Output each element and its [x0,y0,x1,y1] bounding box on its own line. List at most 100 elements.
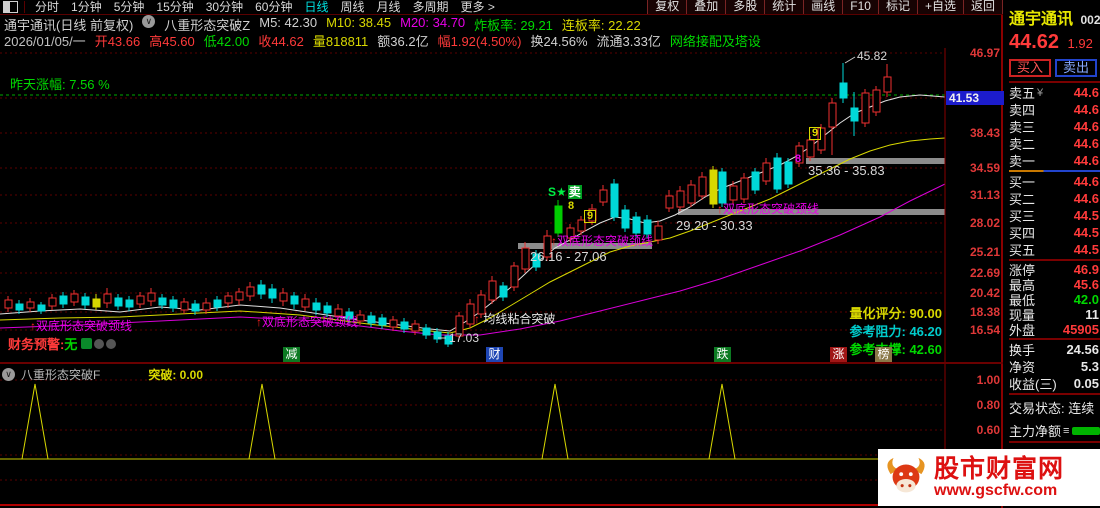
quote-row[interactable]: 卖一 44.6 [1009,152,1100,169]
period-tab-月线[interactable]: 月线 [377,0,401,14]
quote-row[interactable]: 卖三 44.6 [1009,118,1100,135]
quote-row-value: 42.0 [1073,292,1099,307]
quote-row[interactable]: 买一 44.6 [1009,173,1100,190]
info-segment: 低42.00 [203,34,250,49]
indicator-axis-label: 0.80 [976,398,1000,412]
price-axis-label: 34.59 [969,161,1000,175]
info-segment: 量818811 [312,34,369,49]
high-price-label: 45.82 [857,49,888,63]
toolbar-button-F10[interactable]: F10 [842,0,879,14]
quote-row[interactable]: 卖四 44.6 [1009,101,1100,118]
stock-header: 通宇通讯 00279 [1009,0,1100,29]
divider [1009,441,1100,443]
range-label: 26.16 - 27.06 [530,249,607,264]
quote-row-value: 44.6 [1073,119,1099,134]
quote-row-value: 0.05 [1073,376,1099,391]
chart-quick-button-财[interactable]: 财 [486,347,503,362]
count-marker: 9 [584,210,597,223]
buy-button[interactable]: 买入 [1009,59,1051,77]
price-axis-label: 16.54 [969,323,1000,337]
info-segment: 网络接配及塔设 [669,34,761,49]
quote-row[interactable]: 卖二 44.6 [1009,135,1100,152]
price-axis-label: 46.97 [969,46,1000,60]
quote-row-value: 46.9 [1073,262,1099,277]
quote-row-value: 44.6 [1073,85,1099,100]
toolbar-button-多股[interactable]: 多股 [725,0,766,14]
quote-row[interactable]: 买五 44.5 [1009,241,1100,258]
list-icon: ≡ [1063,424,1070,437]
quote-row[interactable]: 买四 44.5 [1009,224,1100,241]
quote-row[interactable]: 买三 44.5 [1009,207,1100,224]
info-segment: 额36.2亿 [377,34,429,49]
quote-row-value: 11 [1085,307,1099,322]
info-segment: 高45.60 [149,34,195,49]
period-tab-更多 >[interactable]: 更多 > [461,0,495,14]
toolbar-button-复权[interactable]: 复权 [647,0,688,14]
breakout-text: 双底形态突破颈线 [557,234,654,248]
quote-row-value: 5.3 [1080,359,1099,374]
period-tab-多周期[interactable]: 多周期 [413,0,449,14]
period-tab-分时[interactable]: 分时 [35,0,59,14]
price-axis-label: 20.42 [969,286,1000,300]
price-axis-label: 28.02 [969,216,1000,230]
breakout-text: 双底形态突破颈线 [723,202,820,216]
period-tab-日线[interactable]: 日线 [304,0,328,14]
sell-button[interactable]: 卖出 [1055,59,1097,77]
site-watermark: 股市财富网 www.gscfw.com [878,449,1100,506]
period-tab-1分钟[interactable]: 1分钟 [71,0,102,14]
sell-star-icon: S★ [548,185,567,199]
quote-row[interactable]: 买二 44.6 [1009,190,1100,207]
chart-quick-button-涨[interactable]: 涨 [830,347,847,362]
toolbar-button-统计[interactable]: 统计 [764,0,805,14]
period-tab-60分钟[interactable]: 60分钟 [255,0,292,14]
info-segment: 幅1.92(4.50%) [437,34,522,49]
chart-quick-button-减[interactable]: 减 [283,347,300,362]
quote-row-value: 44.6 [1073,153,1099,168]
range-label: 35.36 - 35.83 [808,163,885,178]
toolbar-button-叠加[interactable]: 叠加 [686,0,727,14]
finance-warning: 财务预警:无 [8,334,117,353]
divider [24,1,25,13]
period-tab-30分钟[interactable]: 30分钟 [206,0,243,14]
chevron-down-icon[interactable]: ∨ [142,15,156,28]
quote-row-label: 卖一 [1009,154,1036,169]
divider [1009,393,1100,395]
yen-icon: ¥ [1037,86,1044,99]
range-label: 29.20 - 30.33 [676,218,753,233]
period-tab-5分钟[interactable]: 5分钟 [114,0,145,14]
toolbar-button-标记[interactable]: 标记 [877,0,918,14]
toolbar: 分时 1分钟 5分钟 15分钟 30分钟 60分钟 日线 周线 月线 多周期 更多 > 复权 叠加 多股… [0,0,1003,15]
count-marker: 8 [795,153,802,165]
period-tab-15分钟[interactable]: 15分钟 [156,0,193,14]
sub-indicator-header: ∨ 八重形态突破F 突破: 0.00 [2,366,203,383]
breakout-annotation: ↑双底形态突破颈线 [30,320,132,333]
quote-row-value: 44.6 [1073,191,1099,206]
toolbar-button-画线[interactable]: 画线 [803,0,844,14]
breakout-annotation: ↑双底形态突破颈线 [256,316,358,329]
sub-indicator-title: 八重形态突破F [21,368,101,382]
trade-status: 交易状态: 连续 [1009,401,1095,416]
face-icon [106,339,117,349]
window-icon[interactable] [3,1,18,13]
net-flow-bar [1072,426,1100,435]
count-marker: 8 [568,200,575,212]
buy-queue: 买一 44.6 买二 44.6 买三 44.5 买四 44.5 买五 44.5 [1009,173,1100,258]
watermark-title: 股市财富网 [934,454,1065,483]
breakout-text: 双底形态突破颈线 [36,319,133,333]
chevron-down-icon[interactable]: ∨ [2,368,15,381]
period-tabs: 分时 1分钟 5分钟 15分钟 30分钟 60分钟 日线 周线 月线 多周期 更多 > [29,0,501,14]
quote-row[interactable]: 卖五 ¥44.6 [1009,84,1100,101]
info-segment: 开43.66 [94,34,141,49]
quote-row-value: 24.56 [1066,342,1099,357]
chart-quick-button-榜[interactable]: 榜 [875,347,892,362]
indicator-axis-label: 0.60 [976,423,1000,437]
sell-signal-marker: S★ 卖 [548,185,582,199]
toolbar-button-+自选[interactable]: +自选 [916,0,964,14]
toolbar-button-返回[interactable]: 返回 [962,0,1003,14]
period-tab-周线[interactable]: 周线 [340,0,364,14]
price-row: 44.62 1.92 4 [1009,31,1100,54]
breakout-annotation: ↑双底形态突破颈线 [551,235,653,248]
sell-queue: 卖五 ¥44.6 卖四 44.6 卖三 44.6 卖二 44.6 卖一 44.6 [1009,84,1100,169]
toolbar-actions: 复权 叠加 多股 统计 画线 F10 标记 +自选 返回 [647,0,1003,14]
chart-quick-button-跌[interactable]: 跌 [714,347,731,362]
